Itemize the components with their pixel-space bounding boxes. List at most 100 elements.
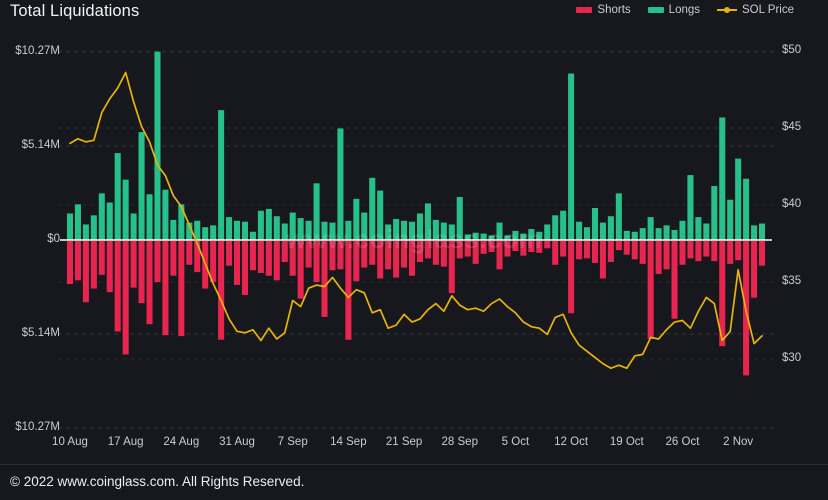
x-axis-tick: 10 Aug (52, 436, 88, 448)
x-axis-tick: 24 Aug (163, 436, 200, 448)
page-title: Total Liquidations (10, 2, 140, 20)
bar-short (480, 241, 487, 254)
bar-long (647, 217, 654, 240)
legend-item-label: SOL Price (742, 4, 794, 16)
legend-swatch-icon (576, 7, 593, 13)
bar-short (647, 241, 654, 339)
y-axis-left-tick: $5.14M (21, 139, 60, 151)
bar-short (488, 241, 495, 252)
bar-short (727, 241, 734, 264)
bar-short (401, 241, 408, 268)
y-axis-left-tick: $5.14M (21, 327, 60, 339)
bar-short (520, 241, 527, 256)
bar-long (496, 222, 503, 240)
bar-long (337, 128, 344, 240)
copyright-text: © 2022 www.coinglass.com. All Rights Res… (10, 474, 305, 489)
bar-long (472, 232, 479, 240)
bar-short (464, 241, 471, 257)
bar-long (66, 213, 73, 240)
bar-long (226, 217, 233, 240)
bar-short (735, 241, 742, 261)
bar-long (560, 210, 567, 240)
bar-short (576, 241, 583, 260)
bar-short (504, 241, 511, 257)
bar-long (377, 190, 384, 240)
bar-long (512, 230, 519, 240)
bar-short (424, 241, 431, 259)
bar-short (297, 241, 304, 299)
x-axis-tick: 28 Sep (441, 436, 478, 448)
bar-long (568, 73, 575, 240)
y-axis-left-tick: $0 (47, 233, 60, 245)
bar-short (759, 241, 766, 266)
bar-long (122, 179, 129, 240)
x-axis-tick: 31 Aug (219, 436, 255, 448)
bar-long (639, 228, 646, 240)
bar-long (146, 194, 153, 240)
bar-short (138, 241, 145, 304)
bar-long (576, 221, 583, 240)
bar-short (393, 241, 400, 278)
bar-short (472, 241, 479, 264)
bar-long (82, 224, 89, 240)
bar-long (663, 225, 670, 240)
bar-long (687, 175, 694, 240)
bar-long (138, 132, 145, 240)
bar-short (409, 241, 416, 276)
bar-long (623, 230, 630, 240)
bar-long (456, 197, 463, 240)
bar-long (90, 215, 97, 240)
bar-long (210, 225, 217, 240)
y-axis-right-tick: $30 (782, 352, 802, 364)
bar-short (751, 241, 758, 298)
bar-short (599, 241, 606, 279)
x-axis-tick: 26 Oct (665, 436, 700, 448)
bar-short (234, 241, 241, 285)
legend-shorts[interactable]: Shorts (576, 4, 631, 16)
bar-short (249, 241, 256, 271)
bar-short (703, 241, 710, 257)
bar-short (273, 241, 280, 281)
bar-long (424, 203, 431, 240)
footer-divider (0, 464, 828, 465)
bar-short (321, 241, 328, 317)
bar-long (655, 228, 662, 240)
bar-short (711, 241, 718, 262)
bar-long (241, 221, 248, 240)
bar-short (178, 241, 185, 337)
bar-long (599, 222, 606, 240)
bar-long (257, 210, 264, 240)
legend-longs[interactable]: Longs (647, 4, 700, 16)
bar-long (234, 220, 241, 240)
y-axis-left-tick: $10.27M (15, 45, 60, 58)
bar-long (162, 189, 169, 240)
bar-short (281, 241, 288, 263)
legend-sol-price[interactable]: SOL Price (717, 4, 794, 16)
bar-long (679, 220, 686, 240)
bar-long (393, 218, 400, 240)
bar-long (615, 193, 622, 240)
bar-short (496, 241, 503, 270)
bar-long (536, 231, 543, 240)
bar-short (536, 241, 543, 253)
bar-short (74, 241, 81, 281)
bar-long (432, 219, 439, 240)
bar-long (591, 207, 598, 240)
bar-long (170, 219, 177, 240)
bar-long (297, 218, 304, 240)
bar-long (281, 223, 288, 240)
bar-short (361, 241, 368, 268)
bar-long (361, 212, 368, 240)
bar-long (520, 233, 527, 240)
bar-long (329, 222, 336, 240)
bar-short (146, 241, 153, 325)
bar-long (321, 221, 328, 240)
bar-long (464, 234, 471, 240)
bar-short (257, 241, 264, 274)
bar-long (74, 204, 81, 240)
bar-long (305, 220, 312, 240)
bar-long (385, 224, 392, 240)
bar-short (528, 241, 535, 252)
bar-long (401, 220, 408, 240)
bar-long (528, 229, 535, 240)
